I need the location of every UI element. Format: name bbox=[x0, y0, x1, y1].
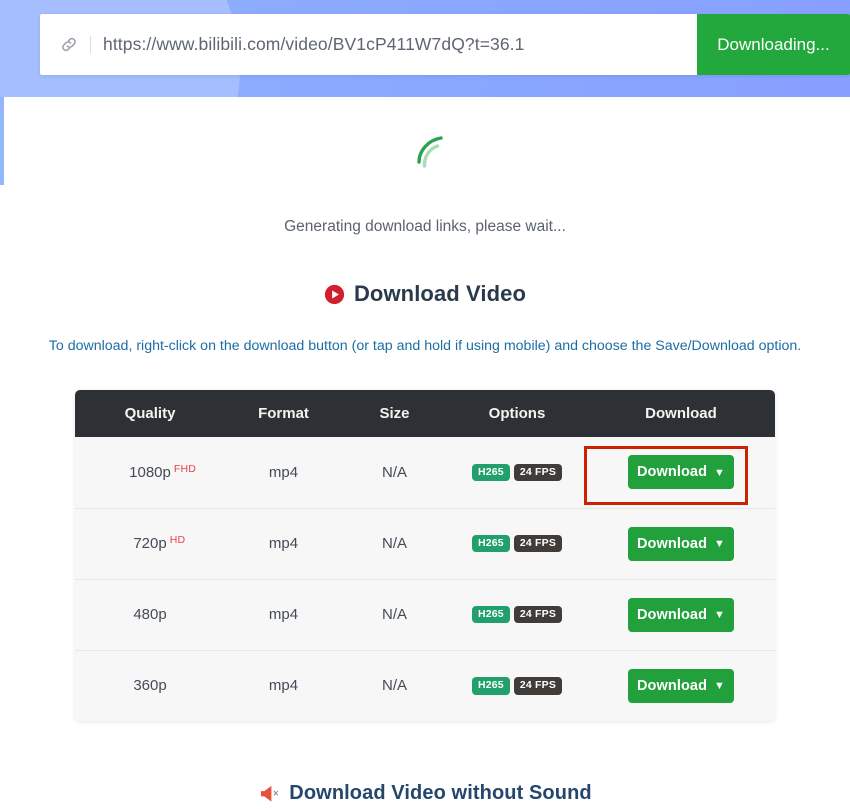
cell-options: H265 24 FPS bbox=[447, 437, 587, 508]
cell-quality: 360p bbox=[75, 649, 225, 721]
cell-quality: 720p HD bbox=[75, 507, 225, 579]
loading-spinner-icon bbox=[417, 136, 443, 168]
codec-badge: H265 bbox=[471, 605, 510, 624]
quality-label: 480p bbox=[133, 606, 167, 623]
quality-value: 1080p FHD bbox=[129, 463, 196, 481]
section-title: Download Video bbox=[353, 281, 527, 306]
cell-download: Download ▼ bbox=[587, 507, 775, 579]
row-download-button[interactable]: Download ▼ bbox=[628, 597, 734, 632]
cell-size: N/A bbox=[342, 507, 447, 579]
cell-download: Download ▼ bbox=[587, 578, 775, 650]
cell-options: H265 24 FPS bbox=[447, 578, 587, 650]
option-badges: H265 24 FPS bbox=[447, 463, 587, 481]
chevron-down-icon: ▼ bbox=[714, 680, 726, 693]
row-download-label: Download bbox=[636, 535, 708, 552]
url-input[interactable]: https://www.bilibili.com/video/BV1cP411W… bbox=[103, 34, 524, 55]
cell-format: mp4 bbox=[225, 507, 342, 579]
row-download-button[interactable]: Download ▼ bbox=[628, 526, 734, 561]
footer-section-title: Download Video without Sound bbox=[289, 782, 592, 804]
speaker-mute-icon bbox=[261, 785, 279, 802]
cell-format: mp4 bbox=[225, 437, 342, 508]
cell-size: N/A bbox=[342, 649, 447, 721]
table-row: 360p mp4 N/A H265 24 FPS Download ▼ bbox=[75, 649, 775, 721]
download-video-heading: Download Video bbox=[0, 281, 850, 307]
cell-format: mp4 bbox=[225, 649, 342, 721]
cell-size: N/A bbox=[342, 578, 447, 650]
url-divider bbox=[90, 36, 91, 53]
quality-label: 360p bbox=[133, 677, 167, 695]
quality-value: 480p bbox=[133, 606, 166, 623]
th-download: Download bbox=[645, 405, 717, 422]
codec-badge: H265 bbox=[471, 463, 510, 481]
option-badges: H265 24 FPS bbox=[447, 677, 587, 695]
cell-options: H265 24 FPS bbox=[447, 649, 587, 721]
download-without-sound-heading: Download Video without Sound bbox=[0, 782, 850, 805]
fps-badge: 24 FPS bbox=[513, 463, 563, 481]
th-quality: Quality bbox=[124, 405, 176, 422]
cell-format: mp4 bbox=[225, 578, 342, 650]
fps-badge: 24 FPS bbox=[513, 605, 563, 624]
fps-badge: 24 FPS bbox=[513, 534, 563, 553]
chevron-down-icon: ▼ bbox=[714, 609, 726, 621]
url-input-wrapper[interactable]: https://www.bilibili.com/video/BV1cP411W… bbox=[40, 14, 697, 75]
cell-options: H265 24 FPS bbox=[447, 507, 587, 579]
table-header-row: Quality Format Size Options Download bbox=[75, 390, 775, 437]
cell-quality: 1080p FHD bbox=[75, 437, 225, 508]
row-download-label: Download bbox=[636, 606, 708, 623]
cell-quality: 480p bbox=[75, 578, 225, 650]
download-table-card: Quality Format Size Options Download 108… bbox=[75, 390, 775, 721]
th-size: Size bbox=[379, 405, 410, 422]
codec-badge: H265 bbox=[471, 534, 510, 553]
quality-badge-sup: HD bbox=[169, 534, 186, 546]
quality-label: 1080p bbox=[129, 463, 171, 481]
row-download-button[interactable]: Download ▼ bbox=[628, 668, 734, 703]
download-table: Quality Format Size Options Download 108… bbox=[75, 390, 775, 721]
option-badges: H265 24 FPS bbox=[447, 534, 587, 553]
fps-badge: 24 FPS bbox=[513, 677, 563, 695]
quality-label: 720p bbox=[133, 535, 167, 552]
chevron-down-icon: ▼ bbox=[714, 466, 726, 479]
cell-download: Download ▼ bbox=[587, 649, 775, 721]
table-body: 1080p FHD mp4 N/A H265 24 FPS Download ▼… bbox=[75, 437, 775, 721]
cell-size: N/A bbox=[342, 437, 447, 508]
codec-badge: H265 bbox=[471, 677, 510, 695]
option-badges: H265 24 FPS bbox=[447, 605, 587, 624]
quality-value: 360p bbox=[133, 677, 166, 694]
page-root: https://www.bilibili.com/video/BV1cP411W… bbox=[0, 0, 850, 809]
table-head: Quality Format Size Options Download bbox=[75, 390, 775, 437]
table-row: 720p HD mp4 N/A H265 24 FPS Download ▼ bbox=[75, 507, 775, 579]
row-download-label: Download bbox=[636, 677, 708, 694]
play-circle-icon bbox=[324, 284, 345, 304]
row-download-label: Download bbox=[636, 464, 708, 481]
loading-spinner-wrapper bbox=[0, 120, 850, 190]
download-hint-text: To download, right-click on the download… bbox=[48, 338, 802, 354]
status-text: Generating download links, please wait..… bbox=[284, 218, 566, 235]
link-chain-icon bbox=[58, 34, 80, 56]
quality-badge-sup: FHD bbox=[173, 462, 197, 475]
quality-value: 720p HD bbox=[133, 534, 185, 552]
row-download-button[interactable]: Download ▼ bbox=[628, 455, 734, 490]
cell-download: Download ▼ bbox=[587, 437, 775, 508]
download-submit-button[interactable]: Downloading... bbox=[697, 14, 850, 75]
table-row: 1080p FHD mp4 N/A H265 24 FPS Download ▼ bbox=[75, 437, 775, 508]
url-bar: https://www.bilibili.com/video/BV1cP411W… bbox=[40, 14, 850, 75]
table-row: 480p mp4 N/A H265 24 FPS Download ▼ bbox=[75, 578, 775, 650]
th-format: Format bbox=[258, 405, 309, 422]
chevron-down-icon: ▼ bbox=[714, 538, 726, 550]
th-options: Options bbox=[488, 405, 546, 422]
